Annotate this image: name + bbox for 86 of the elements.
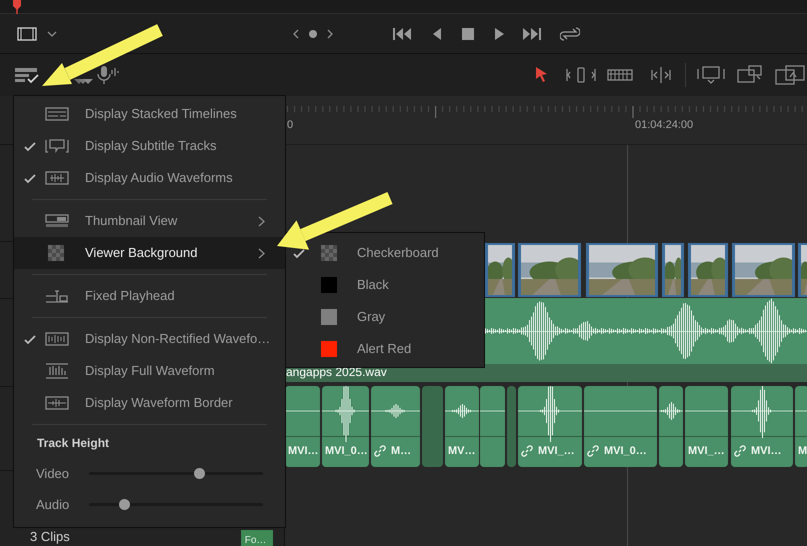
- clip-name: MVI_…: [538, 444, 575, 459]
- slider-label: Video: [36, 464, 70, 483]
- clip-name: MV…: [448, 444, 476, 459]
- clip-navigation-icon[interactable]: [293, 28, 333, 40]
- stop-icon[interactable]: [461, 26, 475, 42]
- waveform: [285, 409, 320, 413]
- audio-clip[interactable]: MVI_…: [685, 386, 728, 467]
- waveform: [371, 403, 420, 419]
- insert-clip-icon[interactable]: [697, 65, 725, 85]
- menu-item[interactable]: Fixed Playhead: [14, 280, 285, 312]
- menu-item[interactable]: Display Waveform Border: [14, 387, 285, 419]
- video-clip[interactable]: [688, 243, 728, 297]
- menu-item[interactable]: Thumbnail View: [14, 205, 285, 237]
- video-clip[interactable]: [732, 243, 795, 297]
- menu-item[interactable]: Black: [286, 269, 484, 301]
- clip-name: MVI_…: [688, 444, 725, 459]
- audio-clip[interactable]: [480, 386, 505, 467]
- playhead-icon: [45, 288, 69, 304]
- timeline-options-icon[interactable]: [14, 66, 40, 84]
- timecode-label: 0: [287, 118, 294, 133]
- film-icon[interactable]: [17, 26, 37, 40]
- audio-clip[interactable]: MVI_0…: [322, 386, 369, 467]
- clip-name: MVI_0…: [604, 444, 647, 459]
- clip-name: MVI_0…: [325, 444, 368, 459]
- timecode-label: 01:04:24:00: [635, 118, 694, 133]
- slider-thumb[interactable]: [118, 499, 130, 510]
- audio-clip[interactable]: MVI…: [285, 386, 320, 467]
- audio-clip[interactable]: MVI…: [731, 386, 793, 467]
- empty-clip[interactable]: [422, 386, 443, 467]
- menu-item[interactable]: Display Full Waveform: [14, 355, 285, 387]
- layers-icon[interactable]: [74, 79, 94, 85]
- waveform-icon: [45, 170, 69, 186]
- video-clip[interactable]: [586, 243, 658, 297]
- clip-name: M: [798, 444, 807, 459]
- dynamic-trim-icon[interactable]: [649, 66, 673, 84]
- waveform: [795, 409, 807, 413]
- clip-count: 3 Clips: [30, 528, 70, 546]
- clip-name: MVI…: [288, 444, 319, 459]
- waveform: [518, 386, 582, 443]
- selection-cursor-icon[interactable]: [534, 66, 549, 84]
- loop-icon[interactable]: [560, 26, 580, 42]
- menu-item[interactable]: Display Non-Rectified Wavefo…: [14, 323, 285, 355]
- stacked-timelines-icon: [45, 106, 69, 122]
- menu-item[interactable]: Viewer Background: [14, 237, 285, 269]
- video-clip[interactable]: [518, 243, 581, 297]
- clip-name: angapps 2025.wav: [286, 364, 388, 381]
- trim-tool-icon[interactable]: [566, 66, 596, 84]
- audio-clip[interactable]: MVI_…: [518, 386, 582, 467]
- waveform: [731, 386, 793, 439]
- menu-item[interactable]: Display Audio Waveforms: [14, 162, 285, 194]
- checkerboard-icon: [321, 245, 337, 261]
- play-icon[interactable]: [493, 26, 505, 42]
- menu-item[interactable]: Checkerboard: [286, 237, 484, 269]
- thumbnail-clip[interactable]: Fo…: [240, 530, 273, 546]
- audio-clip[interactable]: M…: [371, 386, 420, 467]
- replace-clip-icon[interactable]: [775, 65, 805, 85]
- clip-name: MVI…: [751, 444, 782, 459]
- caret-icon[interactable]: [47, 30, 57, 36]
- audio-clip[interactable]: MV…: [445, 386, 479, 467]
- menu-item[interactable]: Gray: [286, 301, 484, 333]
- waveform-icon: [45, 363, 69, 379]
- menu-item[interactable]: Display Subtitle Tracks: [14, 130, 285, 162]
- waveform: [685, 409, 728, 413]
- skip-back-icon[interactable]: [392, 26, 412, 42]
- slider-label: Audio: [36, 496, 70, 514]
- waveform-icon: [45, 395, 69, 411]
- video-clip[interactable]: [485, 243, 515, 297]
- clip-name: M…: [391, 444, 412, 459]
- video-clip[interactable]: [662, 243, 684, 297]
- overwrite-clip-icon[interactable]: [737, 65, 763, 85]
- microphone-icon[interactable]: [97, 65, 119, 85]
- menu-item[interactable]: Display Stacked Timelines: [14, 98, 285, 130]
- menu-item[interactable]: Alert Red: [286, 333, 484, 365]
- skip-forward-icon[interactable]: [522, 26, 542, 42]
- audio-clip[interactable]: M: [795, 386, 807, 467]
- subtitle-icon: [45, 138, 69, 154]
- waveform: [322, 386, 369, 443]
- playhead-marker[interactable]: [12, 0, 22, 14]
- section-title: Track Height: [37, 435, 110, 452]
- thumbnail-icon: [45, 213, 69, 229]
- audio-clip[interactable]: MVI_0…: [584, 386, 657, 467]
- waveform-icon: [45, 331, 69, 347]
- waveform: [659, 401, 683, 421]
- slider-thumb[interactable]: [194, 468, 205, 479]
- audio-clip[interactable]: [659, 386, 683, 467]
- empty-clip[interactable]: [507, 386, 516, 467]
